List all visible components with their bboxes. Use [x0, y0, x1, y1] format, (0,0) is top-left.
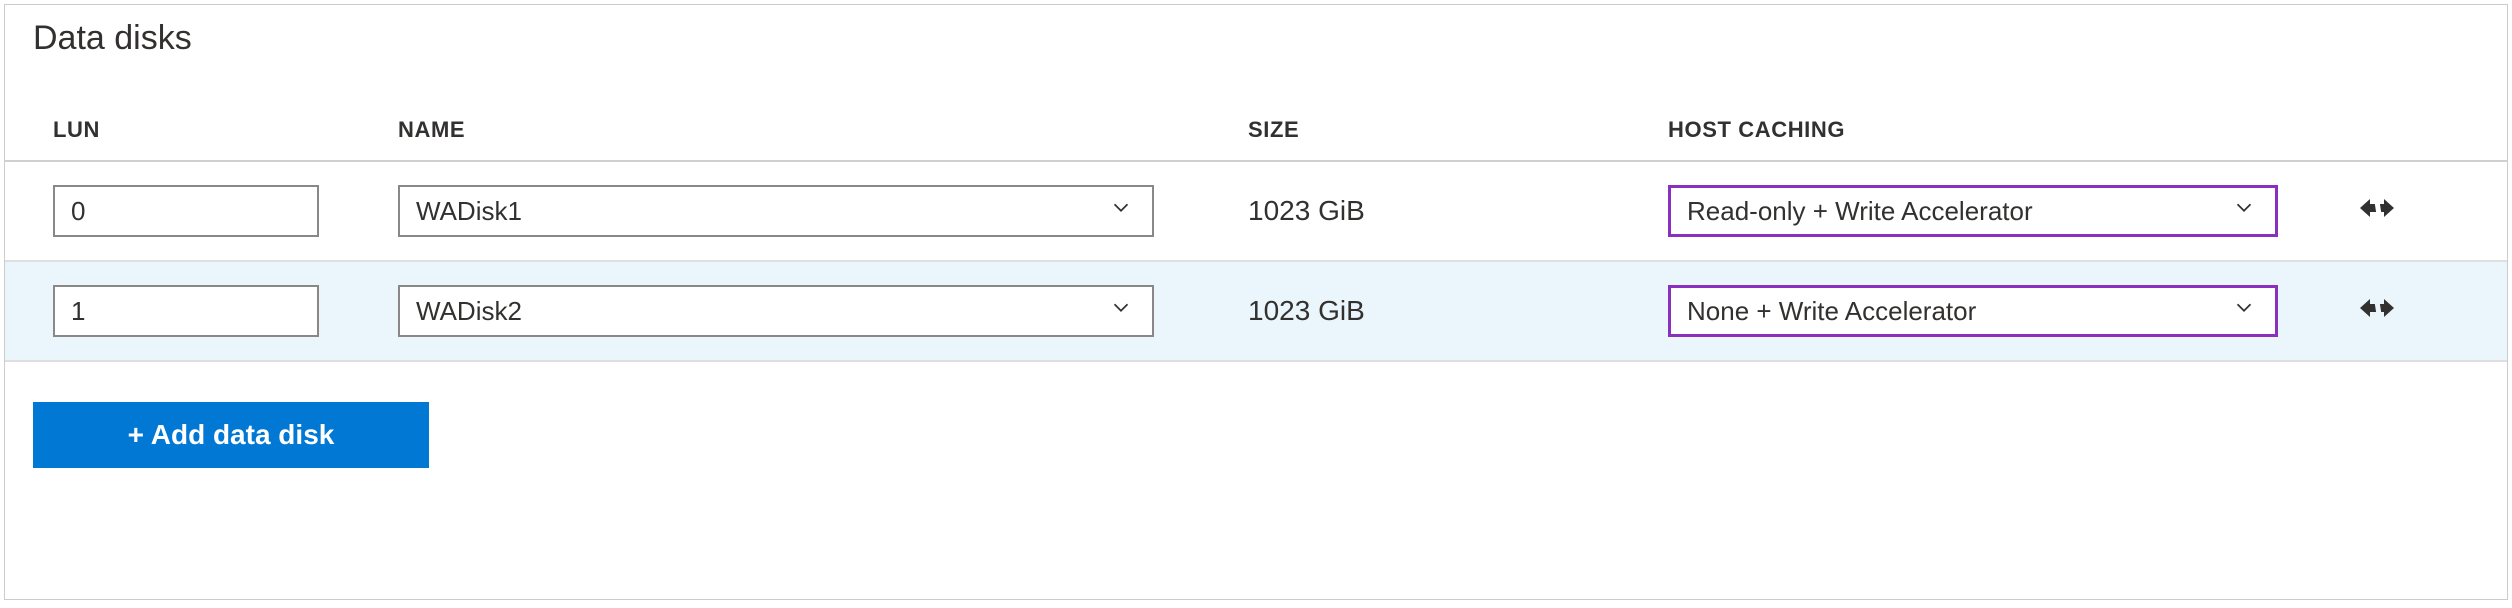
chevron-down-icon: [1108, 295, 1134, 328]
host-caching-value: None + Write Accelerator: [1687, 296, 2275, 327]
chevron-down-icon: [2231, 195, 2257, 228]
name-select[interactable]: WADisk1: [398, 185, 1154, 237]
name-select-value: WADisk2: [416, 296, 1152, 327]
table-row: WADisk2 1023 GiB None + Write Accelerato…: [5, 262, 2507, 362]
data-disks-table: LUN NAME SIZE HOST CACHING WADisk1 1023 …: [5, 100, 2507, 362]
add-data-disk-button[interactable]: + Add data disk: [33, 402, 429, 468]
lun-input[interactable]: [53, 285, 319, 337]
host-caching-select[interactable]: Read-only + Write Accelerator: [1668, 185, 2278, 237]
write-accelerator-icon[interactable]: [2356, 293, 2400, 330]
name-select[interactable]: WADisk2: [398, 285, 1154, 337]
host-caching-select[interactable]: None + Write Accelerator: [1668, 285, 2278, 337]
lun-input[interactable]: [53, 185, 319, 237]
write-accelerator-icon[interactable]: [2356, 193, 2400, 230]
size-text: 1023 GiB: [1248, 195, 1365, 226]
column-header-size: SIZE: [1248, 117, 1668, 143]
add-data-disk-label: + Add data disk: [128, 419, 335, 451]
table-row: WADisk1 1023 GiB Read-only + Write Accel…: [5, 162, 2507, 262]
column-header-host-caching: HOST CACHING: [1668, 117, 2328, 143]
data-disks-panel: Data disks LUN NAME SIZE HOST CACHING WA…: [4, 4, 2508, 600]
section-title: Data disks: [5, 19, 2507, 58]
chevron-down-icon: [2231, 295, 2257, 328]
table-header-row: LUN NAME SIZE HOST CACHING: [5, 100, 2507, 162]
size-text: 1023 GiB: [1248, 295, 1365, 326]
column-header-name: NAME: [398, 117, 1248, 143]
name-select-value: WADisk1: [416, 196, 1152, 227]
column-header-lun: LUN: [53, 117, 398, 143]
chevron-down-icon: [1108, 195, 1134, 228]
host-caching-value: Read-only + Write Accelerator: [1687, 196, 2275, 227]
